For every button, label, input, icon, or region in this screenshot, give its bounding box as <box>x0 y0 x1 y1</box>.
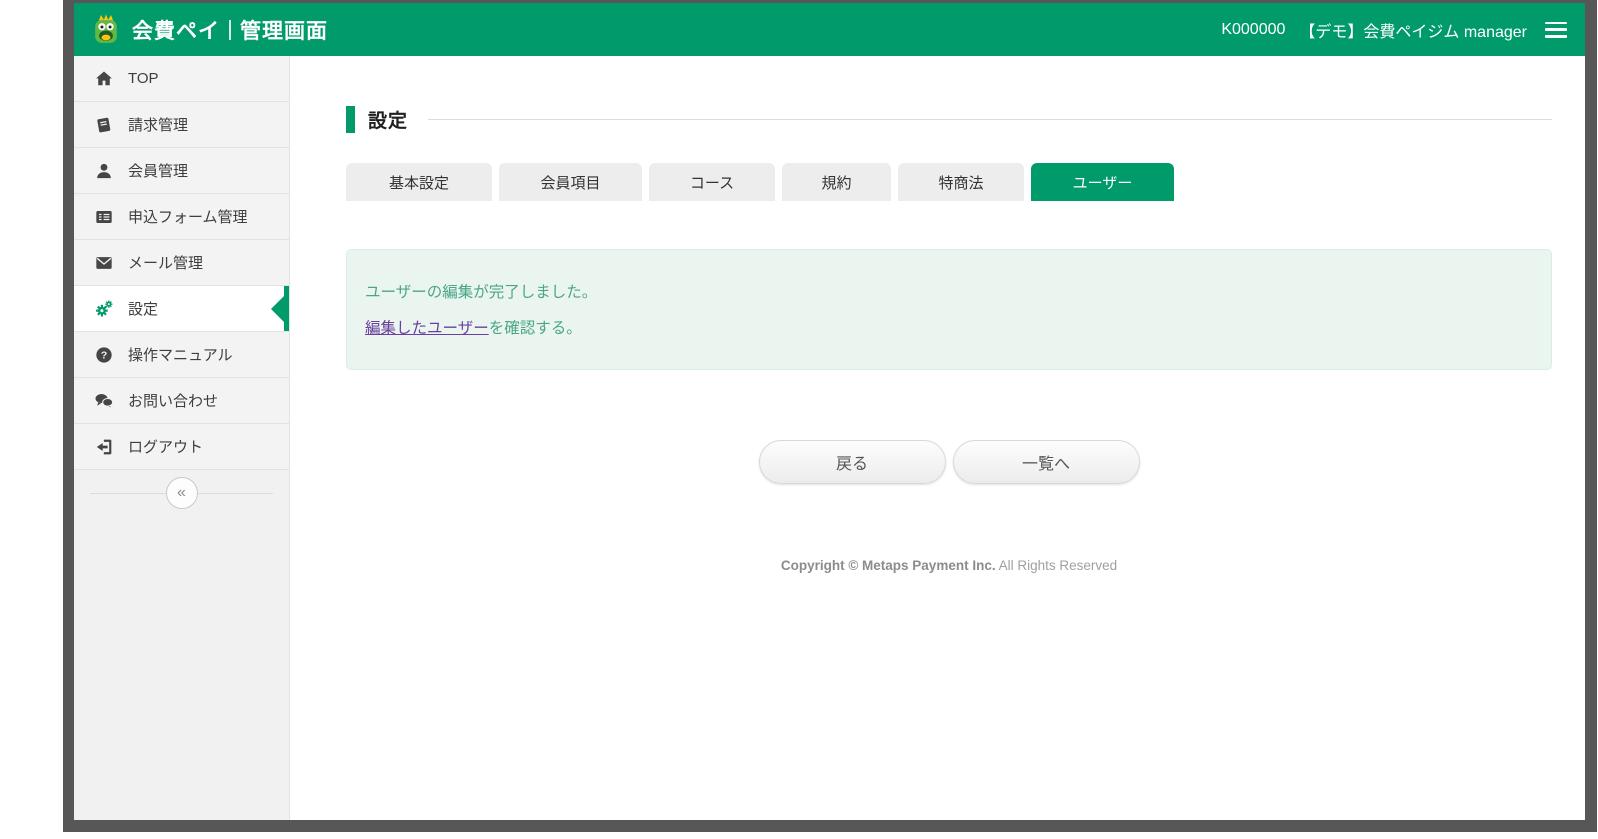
copyright-company: Copyright © Metaps Payment Inc. <box>780 558 996 573</box>
action-buttons: 戻る 一覧へ <box>346 440 1552 484</box>
tab-course[interactable]: コース <box>649 163 775 201</box>
sidebar-item-label: TOP <box>128 70 159 87</box>
sidebar-item-manual[interactable]: ? 操作マニュアル <box>74 332 289 378</box>
copyright-rest: All Rights Reserved <box>995 558 1118 573</box>
success-message-line2: 編集したユーザーを確認する。 <box>365 316 1533 338</box>
sidebar-item-label: 申込フォーム管理 <box>128 209 248 226</box>
svg-text:?: ? <box>101 350 107 361</box>
chevron-double-left-icon: « <box>177 484 186 501</box>
sidebar-item-contact[interactable]: お問い合わせ <box>74 378 289 424</box>
brand-subtitle: 管理画面 <box>240 19 328 43</box>
brand-name: 会費ペイ <box>132 19 220 43</box>
brand-logo[interactable]: 会費ペイ 管理画面 <box>88 12 328 48</box>
copyright-footer: Copyright © Metaps Payment Inc. All Righ… <box>346 558 1552 573</box>
main-content: 設定 基本設定 会員項目 コース 規約 特商法 ユーザー ユーザーの編集が完了し… <box>290 56 1585 820</box>
account-code: K000000 <box>1221 20 1286 38</box>
to-list-button[interactable]: 一覧へ <box>952 440 1140 484</box>
edited-user-link[interactable]: 編集したユーザー <box>365 320 489 337</box>
title-divider <box>428 119 1552 120</box>
tab-terms[interactable]: 規約 <box>782 163 891 201</box>
success-message-box: ユーザーの編集が完了しました。 編集したユーザーを確認する。 <box>346 249 1552 370</box>
chat-icon <box>95 393 114 409</box>
account-name: 【デモ】会費ペイジム manager <box>1299 23 1527 41</box>
sidebar-item-logout[interactable]: ログアウト <box>74 424 289 470</box>
logout-icon <box>96 439 112 454</box>
confirm-text: を確認する。 <box>488 320 582 337</box>
form-icon <box>96 210 112 223</box>
sidebar: TOP 請求管理 会員管理 申込フォーム管理 メール管理 設定 ? 操作マニュア… <box>74 56 290 820</box>
sidebar-item-top[interactable]: TOP <box>74 56 289 102</box>
sidebar-item-label: メール管理 <box>128 255 204 272</box>
sidebar-item-label: 設定 <box>128 301 159 318</box>
sidebar-collapse-button[interactable]: « <box>165 477 198 509</box>
sidebar-item-application-forms[interactable]: 申込フォーム管理 <box>74 194 289 240</box>
sidebar-item-label: 会員管理 <box>128 163 189 180</box>
success-message-text: ユーザーの編集が完了しました。 <box>365 284 598 301</box>
tab-users[interactable]: ユーザー <box>1031 163 1174 201</box>
mail-icon <box>96 256 112 269</box>
sidebar-item-billing[interactable]: 請求管理 <box>74 102 289 148</box>
settings-tabs: 基本設定 会員項目 コース 規約 特商法 ユーザー <box>346 163 1552 201</box>
sidebar-item-label: 操作マニュアル <box>128 347 233 364</box>
account-info: K000000 【デモ】会費ペイジム manager <box>1221 18 1527 42</box>
hamburger-menu-icon[interactable] <box>1545 21 1567 38</box>
sidebar-collapse-row: « <box>74 470 289 516</box>
user-icon <box>97 163 111 178</box>
sidebar-item-label: ログアウト <box>128 439 204 456</box>
gears-icon <box>96 300 113 316</box>
active-item-marker <box>284 286 289 331</box>
home-icon <box>96 71 112 85</box>
back-button[interactable]: 戻る <box>758 440 946 484</box>
sidebar-item-settings[interactable]: 設定 <box>74 286 289 332</box>
tab-basic-settings[interactable]: 基本設定 <box>346 163 492 201</box>
top-bar: 会費ペイ 管理画面 K000000 【デモ】会費ペイジム manager <box>74 3 1585 56</box>
sidebar-item-label: 請求管理 <box>128 117 189 134</box>
brand-divider <box>229 19 231 40</box>
question-icon: ? <box>96 346 112 363</box>
book-icon <box>97 117 111 132</box>
tab-commercial-law[interactable]: 特商法 <box>898 163 1024 201</box>
sidebar-item-members[interactable]: 会員管理 <box>74 148 289 194</box>
page-title: 設定 <box>368 111 409 132</box>
tab-member-fields[interactable]: 会員項目 <box>499 163 642 201</box>
app-window: 会費ペイ 管理画面 K000000 【デモ】会費ペイジム manager TOP <box>63 0 1597 832</box>
page-header: 設定 <box>346 106 1552 133</box>
title-accent-bar <box>346 106 355 133</box>
sidebar-item-label: お問い合わせ <box>128 393 219 410</box>
frog-mascot-icon <box>95 13 117 43</box>
sidebar-item-mail[interactable]: メール管理 <box>74 240 289 286</box>
